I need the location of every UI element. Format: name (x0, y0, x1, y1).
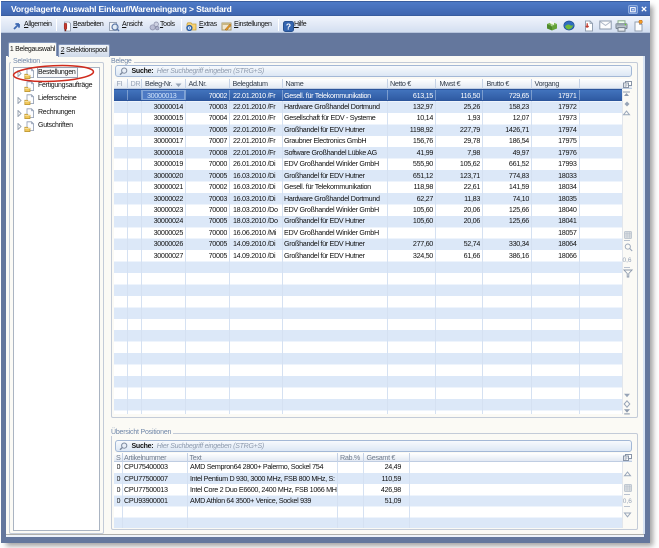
svg-text:?: ? (286, 22, 291, 32)
